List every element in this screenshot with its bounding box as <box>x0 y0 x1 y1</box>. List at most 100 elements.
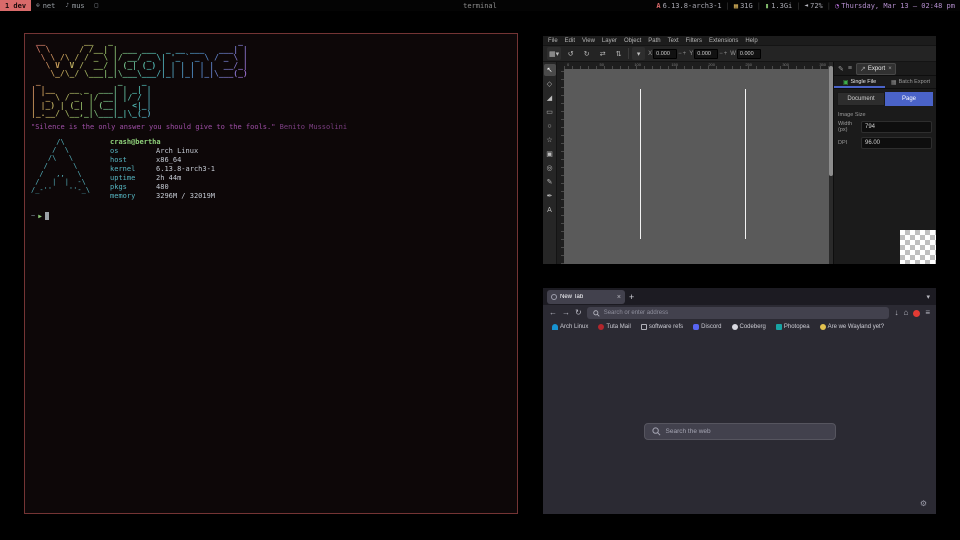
menu-icon[interactable]: ≡ <box>925 309 930 317</box>
list-all-tabs-icon[interactable]: ▾ <box>926 293 932 301</box>
tab-single-file[interactable]: ▣ Single File <box>834 76 885 88</box>
new-tab-page: Search the web ⚙ <box>543 333 936 514</box>
new-tab-button[interactable]: + <box>629 293 634 302</box>
calligraphy-tool[interactable]: ✒ <box>544 190 556 202</box>
menu-help[interactable]: Help <box>745 38 757 44</box>
w-input[interactable]: 0.000 <box>737 49 761 59</box>
reload-button[interactable]: ↻ <box>575 309 582 317</box>
memory-icon: ▮ <box>765 2 769 10</box>
flip-vertical-icon[interactable]: ⇅ <box>612 47 625 60</box>
bookmark-discord[interactable]: Discord <box>693 324 721 330</box>
menu-object[interactable]: Object <box>624 38 641 44</box>
y-minus-stepper[interactable]: − <box>719 51 723 57</box>
inkscape-canvas[interactable] <box>564 69 829 264</box>
menu-file[interactable]: File <box>548 38 558 44</box>
y-coordinate-field: Y 0.000 − + <box>689 49 727 59</box>
extension-icon[interactable] <box>913 310 920 317</box>
search-icon <box>593 310 600 317</box>
export-dialog: ✎ ≡ ↗ Export × ▣ Single File ▦ Batch Exp… <box>833 62 936 264</box>
ruler-label: 150 <box>671 62 678 67</box>
document-mode-button[interactable]: Document <box>837 92 885 106</box>
bookmark-tuta-mail[interactable]: Tuta Mail <box>598 324 630 330</box>
separator: | <box>796 2 800 10</box>
workspace-dev-label: 1 dev <box>5 2 26 10</box>
bookmark-are-we-wayland-yet[interactable]: Are we Wayland yet? <box>820 324 884 330</box>
shape-builder-tool[interactable]: ◢ <box>544 92 556 104</box>
rotate-cw-icon[interactable]: ↻ <box>580 47 593 60</box>
fetch-key: uptime <box>110 174 156 183</box>
vertical-ruler <box>557 69 564 264</box>
x-plus-stepper[interactable]: + <box>683 51 687 57</box>
workspace-net[interactable]: ⊕ net <box>31 0 60 11</box>
dpi-input[interactable]: 96.00 <box>861 137 932 149</box>
width-px-input[interactable]: 794 <box>861 121 932 133</box>
canvas-scrollbar[interactable] <box>829 62 833 264</box>
single-file-label: Single File <box>850 79 876 85</box>
page-mode-button[interactable]: Page <box>885 92 933 106</box>
x-label: X <box>648 51 652 57</box>
downloads-icon[interactable]: ↓ <box>894 309 898 317</box>
tab-close-icon[interactable]: × <box>617 294 621 301</box>
selection-mode-dropdown[interactable]: ▦▾ <box>547 47 561 60</box>
tab-batch-export[interactable]: ▦ Batch Export <box>885 76 936 88</box>
layers-dialog-icon[interactable]: ≡ <box>848 65 852 72</box>
menu-edit[interactable]: Edit <box>565 38 575 44</box>
pencil-dialog-icon[interactable]: ✎ <box>838 65 844 73</box>
selector-tool[interactable]: ↖ <box>544 64 556 76</box>
x-minus-stepper[interactable]: − <box>678 51 682 57</box>
firefox-window: New Tab × + ▾ ← → ↻ Search or enter addr… <box>543 288 936 514</box>
pencil-tool[interactable]: ✎ <box>544 176 556 188</box>
bookmark-codeberg[interactable]: Codeberg <box>732 324 766 330</box>
menu-path[interactable]: Path <box>648 38 660 44</box>
kernel-module: A 6.13.8-arch3-1 <box>656 2 721 10</box>
tab-new-tab[interactable]: New Tab × <box>547 290 625 304</box>
web-search-input[interactable]: Search the web <box>644 423 836 440</box>
url-bar-placeholder: Search or enter address <box>604 310 668 316</box>
menu-filters[interactable]: Filters <box>686 38 702 44</box>
fetch-row-kernel: kernel6.13.8-arch3-1 <box>110 165 215 174</box>
text-tool[interactable]: A <box>544 204 556 216</box>
workspace-4[interactable]: □ <box>90 0 104 11</box>
personalize-gear-icon[interactable]: ⚙ <box>920 499 927 508</box>
window-icon: □ <box>95 2 99 9</box>
bookmark-photopea[interactable]: Photopea <box>776 324 810 330</box>
menu-text[interactable]: Text <box>668 38 679 44</box>
align-dropdown[interactable]: ▾ <box>632 47 645 60</box>
fetch-row-pkgs: pkgs480 <box>110 183 215 192</box>
scrollbar-thumb[interactable] <box>829 66 833 176</box>
home-icon[interactable]: ⌂ <box>903 309 908 317</box>
shell-prompt[interactable]: ~ ▶ <box>31 212 511 220</box>
y-input[interactable]: 0.000 <box>694 49 718 59</box>
flip-horizontal-icon[interactable]: ⇄ <box>596 47 609 60</box>
x-input[interactable]: 0.000 <box>653 49 677 59</box>
menu-extensions[interactable]: Extensions <box>709 38 738 44</box>
menu-view[interactable]: View <box>582 38 595 44</box>
spiral-tool[interactable]: ◎ <box>544 162 556 174</box>
bookmark-folder-software-refs[interactable]: software refs <box>641 324 683 330</box>
back-button[interactable]: ← <box>549 309 557 317</box>
datetime: Thursday, Mar 13 — 02:48 pm <box>841 2 955 10</box>
close-icon[interactable]: × <box>888 66 892 72</box>
horizontal-ruler: 0 50 100 150 200 250 300 350 <box>564 62 829 69</box>
fetch-row-os: osArch Linux <box>110 147 215 156</box>
toolbar-separator <box>628 48 629 59</box>
url-bar[interactable]: Search or enter address <box>587 307 890 319</box>
star-tool[interactable]: ☆ <box>544 134 556 146</box>
menu-layer[interactable]: Layer <box>602 38 617 44</box>
node-tool[interactable]: ◇ <box>544 78 556 90</box>
rectangle-tool[interactable]: ▭ <box>544 106 556 118</box>
ellipse-tool[interactable]: ○ <box>544 120 556 132</box>
fetch-key: host <box>110 156 156 165</box>
dpi-row: DPI 96.00 <box>838 137 932 149</box>
width-px-label: Width (px) <box>838 121 858 133</box>
forward-button[interactable]: → <box>562 309 570 317</box>
terminal-window[interactable]: __ __ _ _ \ \ / /__| | ___ ___ _ __ ___ … <box>24 33 518 514</box>
kernel-version: 6.13.8-arch3-1 <box>663 2 722 10</box>
bookmark-arch-linux[interactable]: Arch Linux <box>552 324 588 330</box>
workspace-mus[interactable]: ♪ mus <box>60 0 89 11</box>
rotate-ccw-icon[interactable]: ↺ <box>564 47 577 60</box>
box3d-tool[interactable]: ▣ <box>544 148 556 160</box>
y-plus-stepper[interactable]: + <box>724 51 728 57</box>
workspace-dev[interactable]: 1 dev <box>0 0 31 11</box>
export-dialog-tab[interactable]: ↗ Export × <box>856 63 896 75</box>
